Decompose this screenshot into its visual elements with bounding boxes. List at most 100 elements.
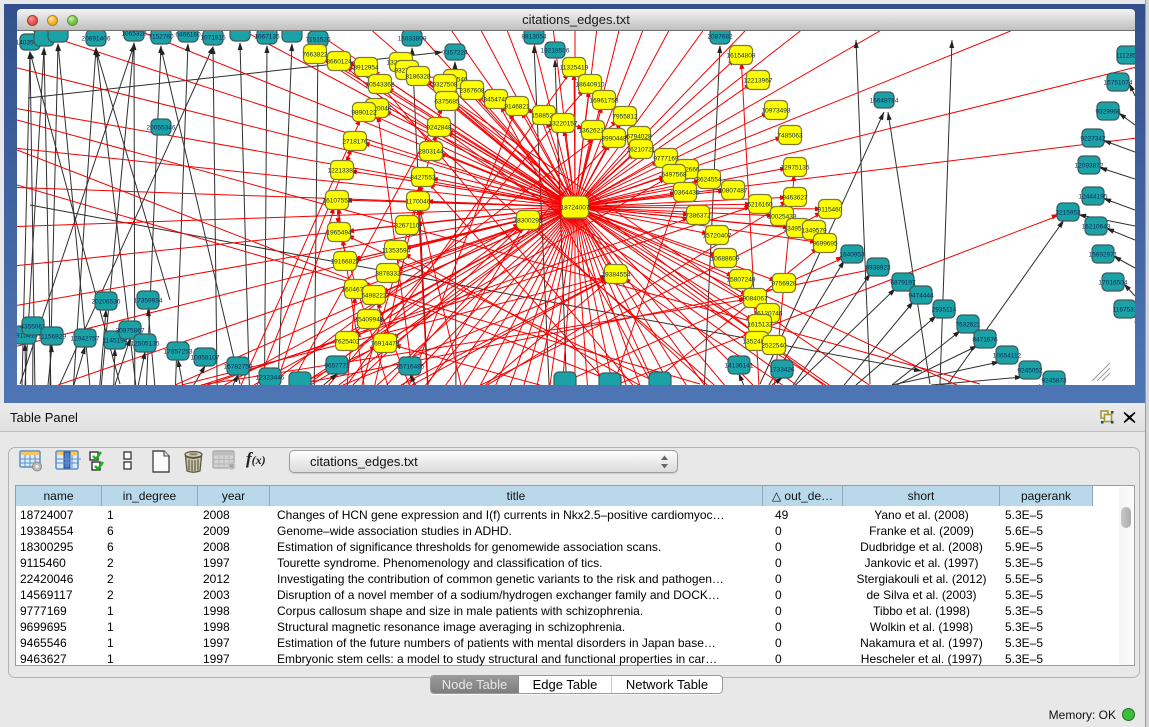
svg-text:16914479: 16914479 (371, 341, 400, 348)
svg-text:11353594: 11353594 (382, 248, 411, 255)
svg-text:16210721: 16210721 (627, 147, 656, 154)
svg-text:10973493: 10973493 (762, 108, 791, 115)
svg-text:19218506: 19218506 (541, 48, 570, 55)
svg-text:9777169: 9777169 (653, 156, 679, 163)
svg-text:1071915: 1071915 (200, 35, 226, 42)
svg-text:5498222: 5498222 (361, 293, 387, 300)
svg-text:12213967: 12213967 (744, 78, 773, 85)
svg-text:9245052: 9245052 (1017, 368, 1043, 375)
svg-text:16961758: 16961758 (590, 98, 619, 105)
svg-text:1640953: 1640953 (839, 252, 865, 259)
svg-text:18724007: 18724007 (561, 205, 590, 212)
svg-text:9699695: 9699695 (812, 241, 838, 248)
svg-text:7625402: 7625402 (334, 339, 360, 346)
svg-text:12444195: 12444195 (1079, 194, 1108, 201)
svg-text:6879197: 6879197 (890, 280, 916, 287)
svg-text:11325419: 11325419 (560, 65, 589, 72)
svg-text:1065328: 1065328 (121, 31, 147, 38)
svg-text:1965494: 1965494 (326, 230, 352, 237)
svg-text:10543362: 10543362 (366, 82, 395, 89)
svg-text:15716485: 15716485 (396, 364, 425, 371)
svg-text:1667135: 1667135 (254, 34, 280, 41)
svg-text:17957253: 17957253 (164, 349, 193, 356)
svg-text:2087682: 2087682 (707, 34, 733, 41)
svg-text:9474444: 9474444 (908, 293, 934, 300)
svg-text:9657771: 9657771 (324, 363, 350, 370)
svg-text:10807487: 10807487 (719, 188, 748, 195)
svg-text:20206536: 20206536 (92, 299, 121, 306)
svg-text:8186328: 8186328 (405, 74, 431, 81)
svg-text:7357224: 7357224 (442, 50, 468, 57)
svg-text:8878332: 8878332 (375, 271, 401, 278)
svg-text:8912954: 8912954 (353, 65, 379, 72)
svg-text:16648784: 16648784 (870, 98, 899, 105)
svg-text:15751074: 15751074 (1104, 80, 1133, 87)
svg-text:1170046: 1170046 (406, 199, 431, 206)
svg-text:13220157: 13220157 (549, 121, 578, 128)
svg-text:1615132: 1615132 (747, 322, 773, 329)
svg-text:8427552: 8427552 (410, 175, 436, 182)
svg-text:8660124: 8660124 (326, 59, 352, 66)
svg-text:20364436: 20364436 (671, 190, 700, 197)
svg-text:6375685: 6375685 (434, 99, 460, 106)
svg-text:2522540: 2522540 (761, 343, 787, 350)
svg-text:16210643: 16210643 (1082, 224, 1111, 231)
svg-text:7632621: 7632621 (955, 322, 981, 329)
svg-text:1167531: 1167531 (1113, 307, 1135, 314)
svg-text:9227342: 9227342 (1080, 136, 1106, 143)
svg-text:11156829: 11156829 (38, 334, 66, 341)
svg-text:9146821: 9146821 (504, 104, 530, 111)
svg-text:12213382: 12213382 (328, 168, 357, 175)
svg-text:15409948: 15409948 (355, 317, 384, 324)
svg-text:2367608: 2367608 (459, 88, 485, 95)
svg-text:6466160: 6466160 (175, 32, 201, 39)
svg-text:2803144: 2803144 (418, 149, 444, 156)
svg-text:6497568: 6497568 (661, 172, 687, 179)
svg-text:2935114: 2935114 (932, 307, 957, 314)
svg-text:3267110: 3267110 (395, 223, 420, 230)
svg-text:7386372: 7386372 (685, 213, 711, 220)
svg-text:9463627: 9463627 (782, 195, 808, 202)
svg-text:6216160: 6216160 (747, 202, 773, 209)
svg-text:12975135: 12975135 (781, 165, 810, 172)
svg-text:9084067: 9084067 (742, 296, 768, 303)
svg-text:2718176: 2718176 (342, 139, 368, 146)
svg-text:7955812: 7955812 (612, 114, 638, 121)
svg-text:17359934: 17359934 (134, 298, 163, 305)
svg-text:16782759: 16782759 (224, 364, 253, 371)
svg-text:7485063: 7485063 (777, 133, 803, 140)
svg-text:9327508: 9327508 (432, 82, 458, 89)
svg-text:9242848: 9242848 (426, 125, 452, 132)
svg-text:16154808: 16154808 (727, 53, 756, 60)
svg-text:17016504: 17016504 (1099, 280, 1128, 287)
svg-text:9756928: 9756928 (771, 281, 797, 288)
svg-text:10654112: 10654112 (993, 353, 1022, 360)
svg-text:15720407: 15720407 (703, 233, 732, 240)
svg-text:16033809: 16033809 (398, 36, 427, 43)
svg-text:12942757: 12942757 (71, 336, 100, 343)
svg-text:3624554: 3624554 (696, 177, 722, 184)
svg-text:9890122: 9890122 (351, 110, 377, 117)
svg-text:8813054: 8813054 (521, 34, 547, 41)
svg-text:10688609: 10688609 (711, 256, 740, 263)
svg-text:20691406: 20691406 (82, 36, 111, 43)
svg-text:7663822: 7663822 (302, 52, 328, 59)
svg-text:7152760: 7152760 (148, 34, 174, 41)
svg-text:7151526: 7151526 (305, 37, 331, 44)
svg-text:9329966: 9329966 (1095, 109, 1121, 116)
svg-text:20055346: 20055346 (147, 125, 176, 132)
svg-text:3215953: 3215953 (1055, 210, 1081, 217)
svg-text:19384554: 19384554 (602, 272, 631, 279)
svg-text:1112857: 1112857 (1116, 53, 1135, 60)
svg-text:18640910: 18640910 (576, 82, 605, 89)
svg-text:1733426: 1733426 (769, 367, 795, 374)
svg-text:15807249: 15807249 (727, 277, 756, 284)
svg-text:16107553: 16107553 (323, 198, 352, 205)
svg-text:19166827: 19166827 (331, 259, 360, 266)
svg-text:8990448: 8990448 (601, 136, 627, 143)
svg-text:12093872: 12093872 (1075, 163, 1104, 170)
svg-text:12505135: 12505135 (131, 341, 160, 348)
svg-text:12323446: 12323446 (256, 375, 285, 382)
svg-text:8471676: 8471676 (972, 337, 998, 344)
svg-text:8938923: 8938923 (865, 265, 891, 272)
